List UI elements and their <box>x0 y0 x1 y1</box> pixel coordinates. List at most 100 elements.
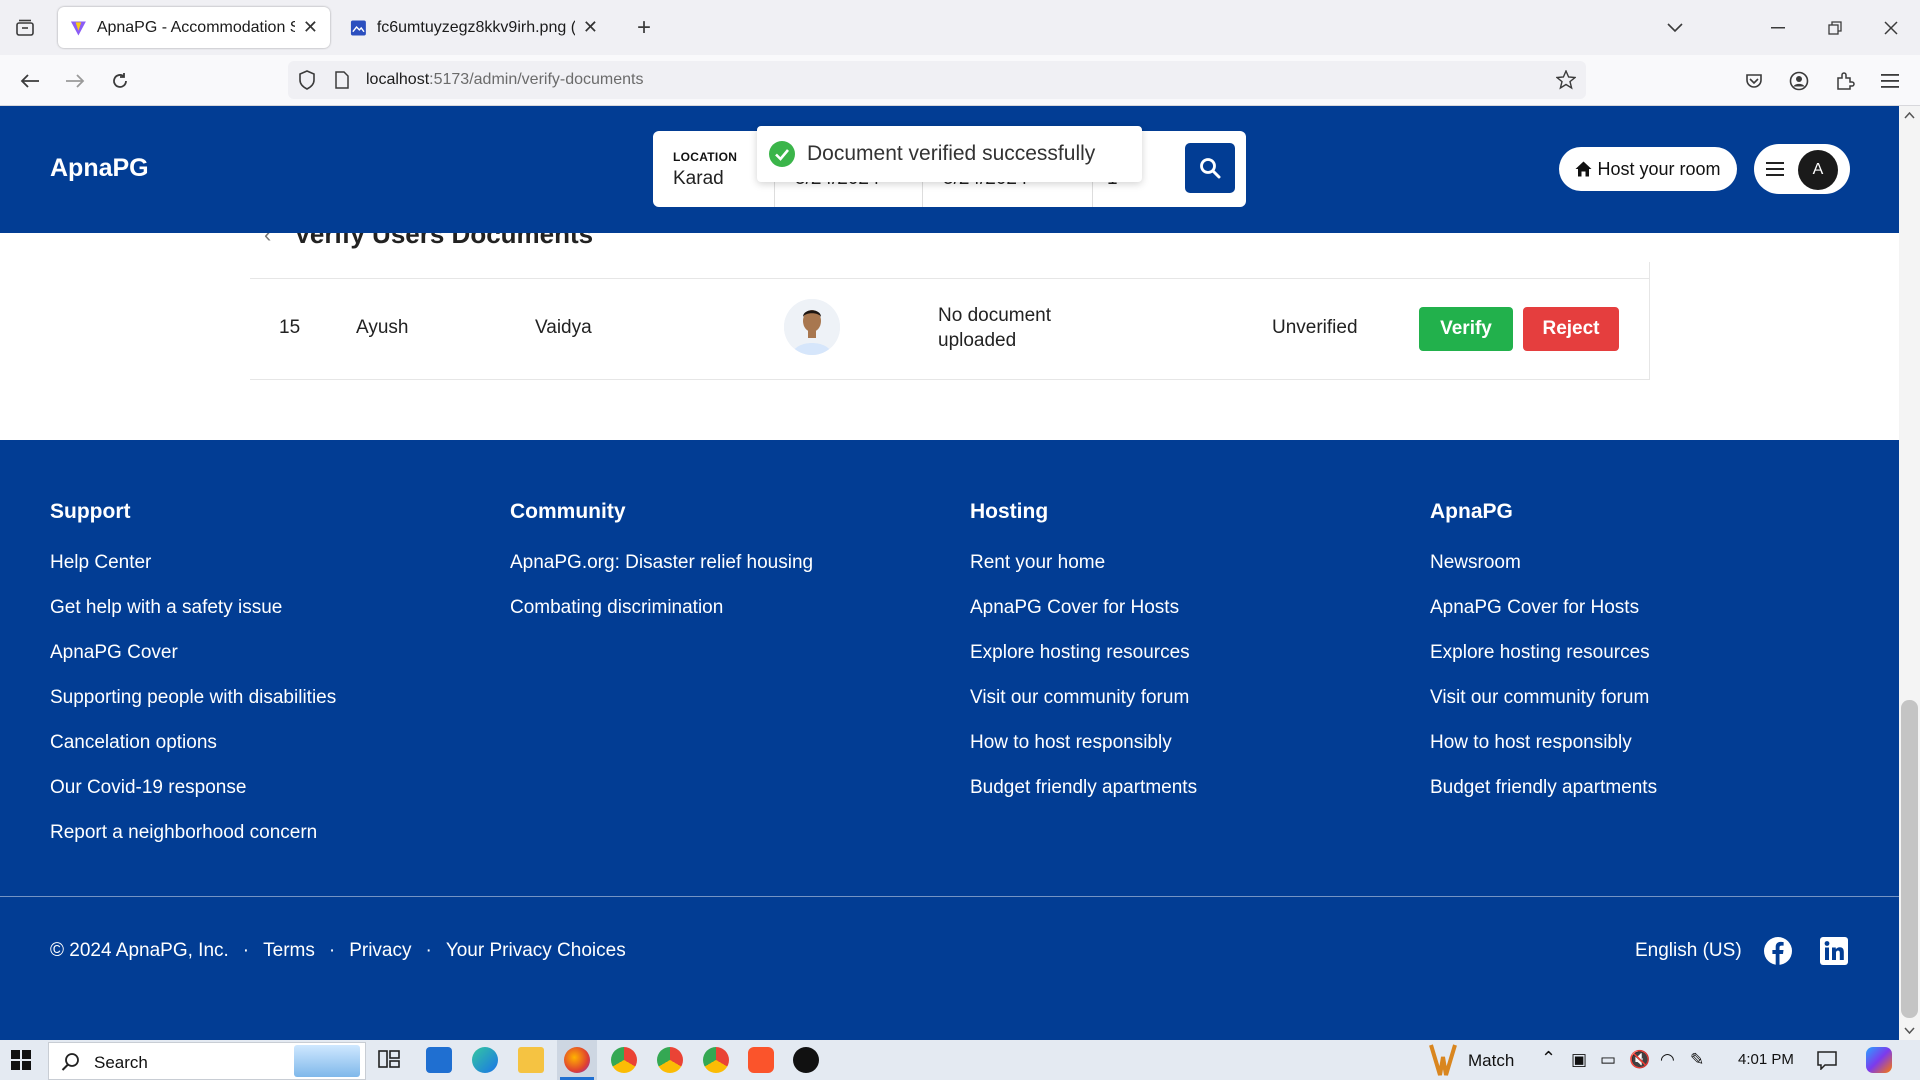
footer-link[interactable]: ApnaPG Cover <box>50 630 336 675</box>
footer-link[interactable]: How to host responsibly <box>1430 720 1657 765</box>
tab-title: fc6umtuyzegz8kkv9irh.png (PN <box>376 18 575 36</box>
network-device-icon[interactable]: ▣ <box>1571 1050 1587 1070</box>
separator: · <box>328 940 336 961</box>
footer-link[interactable]: Explore hosting resources <box>1430 630 1657 675</box>
reload-icon[interactable] <box>105 66 135 96</box>
footer-heading: Hosting <box>970 500 1049 523</box>
reject-button[interactable]: Reject <box>1523 307 1619 351</box>
footer-link[interactable]: Cancelation options <box>50 720 336 765</box>
footer-link[interactable]: Visit our community forum <box>970 675 1197 720</box>
address-bar[interactable]: localhost:5173/admin/verify-documents <box>288 61 1586 99</box>
table-row: 15 Ayush Vaidya No document uploaded Unve… <box>250 278 1650 380</box>
scroll-down-icon[interactable] <box>1904 1027 1915 1034</box>
tab-apnapg[interactable]: ApnaPG - Accommodation Solu ✕ <box>58 7 330 48</box>
taskbar-search[interactable]: Search <box>48 1042 366 1080</box>
verification-status: Unverified <box>1272 317 1358 338</box>
language-selector[interactable]: English (US) <box>1635 940 1742 962</box>
footer-link[interactable]: Visit our community forum <box>1430 675 1657 720</box>
task-view-icon[interactable] <box>377 1047 403 1073</box>
verify-button[interactable]: Verify <box>1419 307 1513 351</box>
avatar[interactable]: A <box>1798 150 1838 190</box>
account-icon[interactable] <box>1784 66 1814 96</box>
weather-widget-icon[interactable] <box>1428 1043 1458 1077</box>
user-avatar <box>784 299 840 355</box>
footer-link[interactable]: Newsroom <box>1430 540 1657 585</box>
url-text: localhost:5173/admin/verify-documents <box>366 71 644 88</box>
pocket-icon[interactable] <box>1739 66 1769 96</box>
back-icon[interactable] <box>15 66 45 96</box>
windows-start-icon[interactable] <box>11 1050 31 1070</box>
copilot-icon[interactable] <box>1866 1047 1892 1073</box>
footer-heading: ApnaPG <box>1430 500 1513 523</box>
app-icon[interactable] <box>793 1047 819 1073</box>
scroll-up-icon[interactable] <box>1904 112 1915 119</box>
notifications-icon[interactable] <box>1817 1050 1837 1070</box>
home-icon <box>1575 161 1592 177</box>
tracking-shield-icon[interactable] <box>298 70 316 90</box>
search-highlight-image <box>294 1045 360 1077</box>
terms-link[interactable]: Terms <box>263 940 315 962</box>
new-tab-icon[interactable]: + <box>629 13 659 43</box>
success-toast: Document verified successfully <box>757 126 1142 182</box>
search-button[interactable] <box>1185 143 1235 193</box>
minimize-window-icon[interactable] <box>1763 13 1793 43</box>
footer-column-hosting: Hosting Rent your home ApnaPG Cover for … <box>970 500 1197 810</box>
page-info-icon[interactable] <box>334 71 350 89</box>
linkedin-icon[interactable] <box>1820 937 1848 965</box>
facebook-icon[interactable] <box>1764 937 1792 965</box>
file-explorer-icon[interactable] <box>518 1047 544 1073</box>
battery-icon[interactable]: ▭ <box>1600 1050 1616 1070</box>
show-hidden-icons-icon[interactable]: ⌃ <box>1541 1048 1556 1069</box>
footer-link[interactable]: How to host responsibly <box>970 720 1197 765</box>
extensions-icon[interactable] <box>1830 66 1860 96</box>
edge-browser-icon[interactable] <box>472 1047 498 1073</box>
footer-link[interactable]: Explore hosting resources <box>970 630 1197 675</box>
footer-link[interactable]: Rent your home <box>970 540 1197 585</box>
brave-app-icon[interactable] <box>748 1047 774 1073</box>
tab-title: ApnaPG - Accommodation Solu <box>96 18 295 36</box>
list-all-tabs-icon[interactable] <box>1660 13 1690 43</box>
mail-app-icon[interactable] <box>426 1047 452 1073</box>
chrome-profile-2-icon[interactable] <box>657 1047 683 1073</box>
footer-link[interactable]: ApnaPG.org: Disaster relief housing <box>510 540 813 585</box>
privacy-link[interactable]: Privacy <box>349 940 411 962</box>
privacy-choices-link[interactable]: Your Privacy Choices <box>446 940 626 962</box>
footer-link[interactable]: ApnaPG Cover for Hosts <box>1430 585 1657 630</box>
footer-link[interactable]: Get help with a safety issue <box>50 585 336 630</box>
chrome-profile-3-icon[interactable] <box>703 1047 729 1073</box>
location-value: Karad <box>673 168 724 189</box>
bookmark-star-icon[interactable] <box>1556 70 1576 90</box>
footer-link[interactable]: Supporting people with disabilities <box>50 675 336 720</box>
forward-icon[interactable] <box>60 66 90 96</box>
app-menu-icon[interactable] <box>1875 66 1905 96</box>
vite-favicon-icon <box>70 20 86 35</box>
footer-link[interactable]: Help Center <box>50 540 336 585</box>
host-your-room-button[interactable]: Host your room <box>1559 147 1737 191</box>
pen-icon[interactable]: ✎ <box>1690 1050 1704 1070</box>
scrollbar-thumb[interactable] <box>1901 700 1918 1018</box>
wifi-icon[interactable]: ◠ <box>1660 1050 1675 1070</box>
first-name: Ayush <box>356 317 409 338</box>
site-logo[interactable]: ApnaPG <box>50 154 149 183</box>
footer-link[interactable]: Combating discrimination <box>510 585 813 630</box>
taskbar-widget-label[interactable]: Match <box>1468 1051 1514 1071</box>
hamburger-icon <box>1766 162 1784 176</box>
footer-link[interactable]: ApnaPG Cover for Hosts <box>970 585 1197 630</box>
footer-link[interactable]: Budget friendly apartments <box>1430 765 1657 810</box>
footer-link[interactable]: Budget friendly apartments <box>970 765 1197 810</box>
footer-link[interactable]: Our Covid-19 response <box>50 765 336 810</box>
footer-legal: © 2024 ApnaPG, Inc. · Terms · Privacy · … <box>50 940 626 962</box>
volume-muted-icon[interactable]: 🔇 <box>1629 1050 1650 1070</box>
footer-heading: Community <box>510 500 626 523</box>
tab-overview-icon[interactable] <box>10 13 40 43</box>
tab-image[interactable]: fc6umtuyzegz8kkv9irh.png (PN ✕ <box>338 7 610 48</box>
close-window-icon[interactable] <box>1876 13 1906 43</box>
footer-link[interactable]: Report a neighborhood concern <box>50 810 336 855</box>
clock[interactable]: 4:01 PM <box>1738 1051 1794 1068</box>
firefox-app-icon[interactable] <box>564 1047 590 1073</box>
close-tab-icon[interactable]: ✕ <box>583 17 598 38</box>
location-label: LOCATION <box>673 150 738 164</box>
restore-window-icon[interactable] <box>1820 13 1850 43</box>
close-tab-icon[interactable]: ✕ <box>303 17 318 38</box>
chrome-app-icon[interactable] <box>611 1047 637 1073</box>
